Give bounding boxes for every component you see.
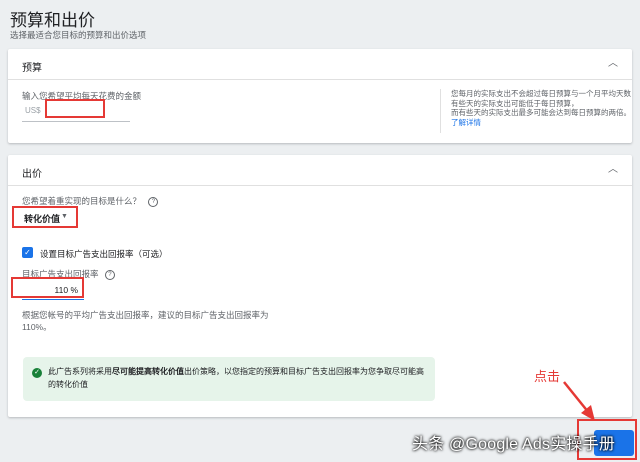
target-roas-checkbox[interactable]: ✓	[22, 247, 33, 258]
strategy-name: 尽可能提高转化价值	[112, 367, 184, 376]
recommendation-sentence: 根据您帐号的平均广告支出回报率，建议的目标广告支出回报率为	[22, 310, 269, 320]
bidding-section-title: 出价	[22, 169, 42, 180]
budget-section-title: 预算	[22, 63, 42, 74]
page-subtitle: 选择最适合您目标的预算和出价选项	[10, 30, 147, 40]
budget-info: 您每月的实际支出不会超过每日预算与一个月平均天数 有些天的实际支出可能低于每日预…	[440, 89, 632, 133]
chevron-up-icon[interactable]: ︿	[606, 58, 620, 70]
help-circle-icon[interactable]: ?	[148, 196, 159, 207]
budget-card-header[interactable]: 预算 ︿	[8, 49, 632, 80]
watermark: 头条 @Google Ads实操手册	[412, 436, 616, 453]
budget-info-line: 而有些天的实际支出最多可能会达到每日预算的两倍。	[451, 108, 631, 117]
strategy-notice: ✓ 此广告系列将采用尽可能提高转化价值出价策略，以您指定的预算和目标广告支出回报…	[23, 357, 435, 401]
goal-question: 您希望着重实现的目标是什么？	[22, 196, 142, 206]
learn-more-link[interactable]: 了解详情	[451, 118, 632, 128]
recommendation-text: 根据您帐号的平均广告支出回报率，建议的目标广告支出回报率为 110%。	[22, 309, 272, 333]
target-roas-checkbox-label: 设置目标广告支出回报率（可选）	[40, 249, 168, 259]
page-title: 预算和出价	[10, 11, 95, 30]
chevron-up-icon[interactable]: ︿	[606, 164, 620, 176]
strategy-notice-text: 此广告系列将采用尽可能提高转化价值出价策略，以您指定的预算和目标广告支出回报率为…	[48, 365, 428, 391]
budget-info-line: 您每月的实际支出不会超过每日预算与一个月平均天数	[451, 89, 631, 98]
recommendation-value: 110%。	[22, 322, 52, 332]
highlight-goal-dropdown	[12, 206, 78, 228]
highlight-budget-input	[45, 99, 105, 118]
check-circle-icon: ✓	[32, 368, 42, 378]
currency-prefix: US$	[25, 106, 41, 115]
highlight-target-roas	[11, 277, 84, 298]
strategy-prefix: 此广告系列将采用	[48, 367, 112, 376]
bidding-card-header[interactable]: 出价 ︿	[8, 155, 632, 186]
click-annotation-label: 点击	[534, 369, 561, 384]
help-circle-icon[interactable]: ?	[104, 269, 115, 280]
arrow-down-right-icon	[563, 381, 595, 421]
budget-info-line: 有些天的实际支出可能低于每日预算，	[451, 98, 579, 108]
budget-card: 预算 ︿ 输入您希望平均每天花费的金额 US$ 您每月的实际支出不会超过每日预算…	[8, 49, 632, 143]
